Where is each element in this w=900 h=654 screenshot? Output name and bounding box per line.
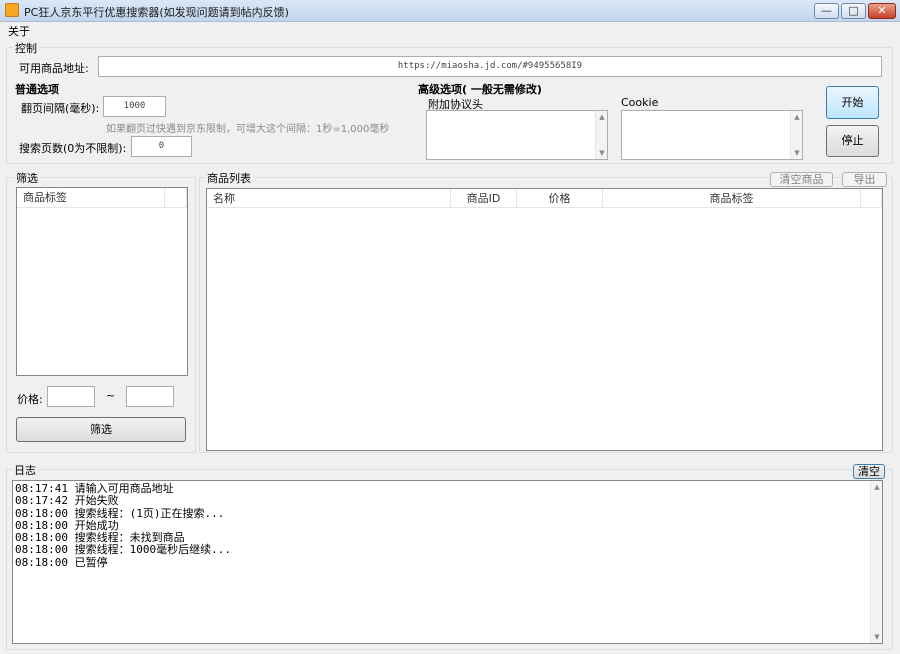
- price-min-input[interactable]: [47, 386, 95, 407]
- column-header-filler: [861, 189, 882, 208]
- log-line: 08:17:41 请输入可用商品地址: [15, 482, 174, 495]
- cookie-scrollbar[interactable]: ▲ ▼: [790, 111, 802, 159]
- advanced-options-title: 高级选项( 一般无需修改): [418, 83, 542, 96]
- log-group-label: 日志: [12, 462, 38, 478]
- tags-header[interactable]: 商品标签: [17, 188, 165, 208]
- scroll-down-icon[interactable]: ▼: [871, 631, 883, 643]
- cookie-label: Cookie: [621, 96, 659, 109]
- price-label: 价格:: [17, 393, 43, 406]
- log-lines: 08:17:41 请输入可用商品地址 08:17:42 开始失败 08:18:00 …: [15, 482, 865, 569]
- stop-button[interactable]: 停止: [826, 125, 879, 157]
- minimize-button[interactable]: —: [814, 3, 839, 19]
- pages-input[interactable]: 0: [131, 136, 192, 157]
- log-line: 08:18:00 搜索线程：1000毫秒后继续...: [15, 543, 231, 557]
- log-line: 08:17:42 开始失败: [15, 494, 119, 508]
- column-header-price[interactable]: 价格: [517, 189, 603, 208]
- title-bar[interactable]: PC狂人京东平行优惠搜索器(如发现问题请到帖内反馈) — □ ✕: [0, 0, 900, 22]
- column-header-product-id[interactable]: 商品ID: [451, 189, 517, 208]
- scroll-up-icon[interactable]: ▲: [791, 111, 803, 123]
- scroll-down-icon[interactable]: ▼: [791, 147, 803, 159]
- clear-log-button[interactable]: 清空: [853, 464, 885, 479]
- export-button[interactable]: 导出: [842, 172, 887, 187]
- maximize-button[interactable]: □: [841, 3, 866, 19]
- tags-list[interactable]: 商品标签: [16, 187, 188, 376]
- start-button[interactable]: 开始: [826, 86, 879, 119]
- basic-options-title: 普通选项: [15, 83, 59, 96]
- pages-label: 搜索页数(0为不限制):: [19, 142, 127, 155]
- filter-button[interactable]: 筛选: [16, 417, 186, 442]
- scroll-up-icon[interactable]: ▲: [871, 481, 883, 493]
- cookie-textarea[interactable]: ▲ ▼: [621, 110, 803, 160]
- log-line: 08:18:00 已暂停: [15, 555, 108, 569]
- column-header-tags[interactable]: 商品标签: [603, 189, 861, 208]
- log-line: 08:18:00 搜索线程：(1页)正在搜索...: [15, 506, 225, 520]
- menu-bar: 关于: [0, 22, 900, 38]
- clear-products-button[interactable]: 清空商品: [770, 172, 833, 187]
- products-group-label: 商品列表: [205, 170, 253, 186]
- column-header-name[interactable]: 名称: [207, 189, 451, 208]
- scroll-down-icon[interactable]: ▼: [596, 147, 608, 159]
- products-table[interactable]: 名称 商品ID 价格 商品标签: [206, 188, 883, 451]
- window-title: PC狂人京东平行优惠搜索器(如发现问题请到帖内反馈): [24, 6, 289, 19]
- url-input[interactable]: https://miaosha.jd.com/#94955658I9: [98, 56, 882, 77]
- url-label: 可用商品地址:: [19, 62, 89, 75]
- log-scrollbar[interactable]: ▲ ▼: [870, 481, 882, 643]
- extra-protocol-scrollbar[interactable]: ▲ ▼: [595, 111, 607, 159]
- interval-hint: 如果翻页过快遇到京东限制，可增大这个间隔：1秒=1,000毫秒: [106, 124, 390, 135]
- close-button[interactable]: ✕: [868, 3, 896, 19]
- price-max-input[interactable]: [126, 386, 174, 407]
- interval-input[interactable]: 1000: [103, 96, 166, 117]
- interval-label: 翻页间隔(毫秒):: [21, 102, 100, 115]
- control-group-label: 控制: [13, 40, 39, 56]
- menu-about[interactable]: 关于: [8, 23, 30, 39]
- price-separator: ~: [106, 389, 116, 402]
- log-textarea[interactable]: 08:17:41 请输入可用商品地址 08:17:42 开始失败 08:18:00 …: [12, 480, 883, 644]
- app-icon: [5, 3, 19, 17]
- tags-header-filler: [165, 188, 187, 208]
- filter-group-label: 筛选: [14, 170, 40, 186]
- extra-protocol-textarea[interactable]: ▲ ▼: [426, 110, 608, 160]
- scroll-up-icon[interactable]: ▲: [596, 111, 608, 123]
